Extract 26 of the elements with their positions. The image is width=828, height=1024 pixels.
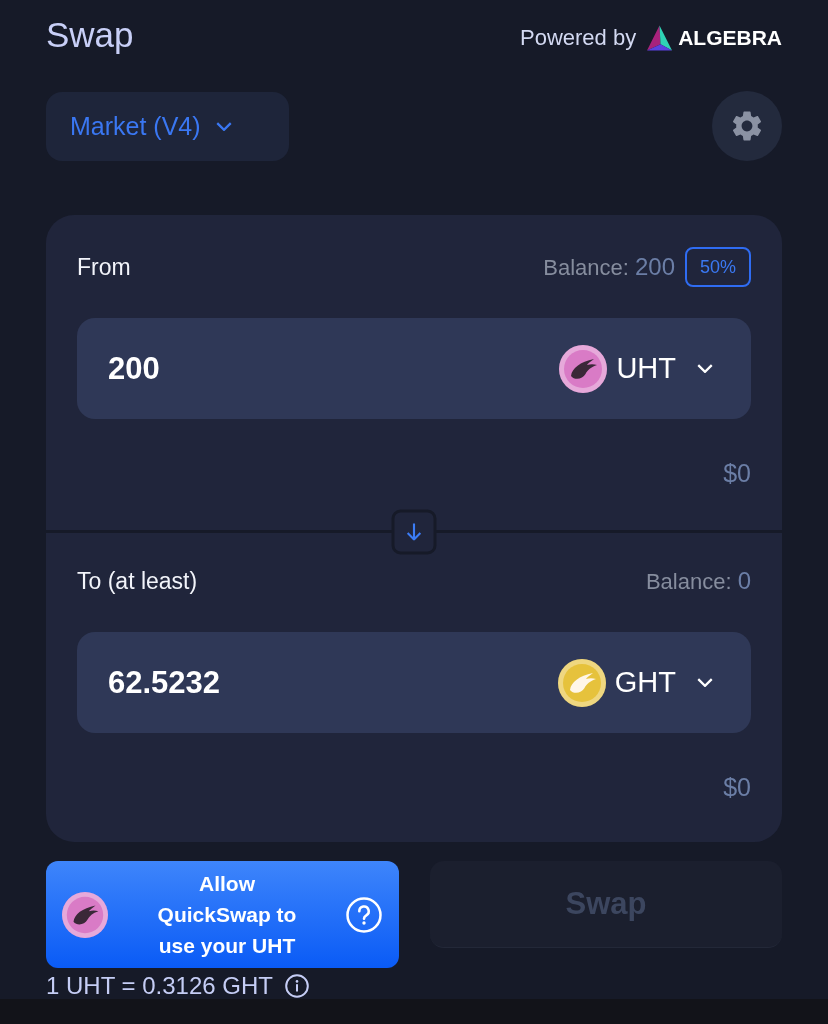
amount-input[interactable]: 200 xyxy=(108,350,560,387)
approve-button[interactable]: Allow QuickSwap to use your UHT xyxy=(46,861,399,968)
help-icon xyxy=(346,896,382,933)
section-label: From xyxy=(77,253,131,281)
page-title: Swap xyxy=(46,15,134,55)
amount-input[interactable]: 62.5232 xyxy=(108,664,558,701)
token-selector[interactable]: UHT xyxy=(559,344,713,393)
balance-text: Balance: 0 xyxy=(645,567,751,595)
chevron-down-icon xyxy=(697,364,713,373)
section-label: To (at least) xyxy=(77,567,198,595)
usd-value: $0 xyxy=(723,774,751,801)
balance-text: Balance: 200 xyxy=(543,253,675,281)
switch-direction-button[interactable] xyxy=(391,509,437,554)
powered-by-label: Powered by xyxy=(519,25,637,51)
brand-name: ALGEBRA xyxy=(678,26,782,50)
arrow-down-icon xyxy=(406,522,422,541)
chevron-down-icon xyxy=(215,121,232,131)
token-selector[interactable]: GHT xyxy=(557,658,713,707)
info-icon[interactable] xyxy=(285,974,309,998)
mode-dropdown[interactable]: Market (V4) xyxy=(46,91,289,161)
exchange-rate: 1 UHT = 0.3126 GHT xyxy=(46,973,273,999)
usd-value: $0 xyxy=(723,460,751,487)
settings-icon xyxy=(733,111,761,141)
triangle-logo-icon xyxy=(647,25,673,51)
percent-button[interactable]: 50% xyxy=(685,247,751,287)
chevron-down-icon xyxy=(697,678,713,687)
